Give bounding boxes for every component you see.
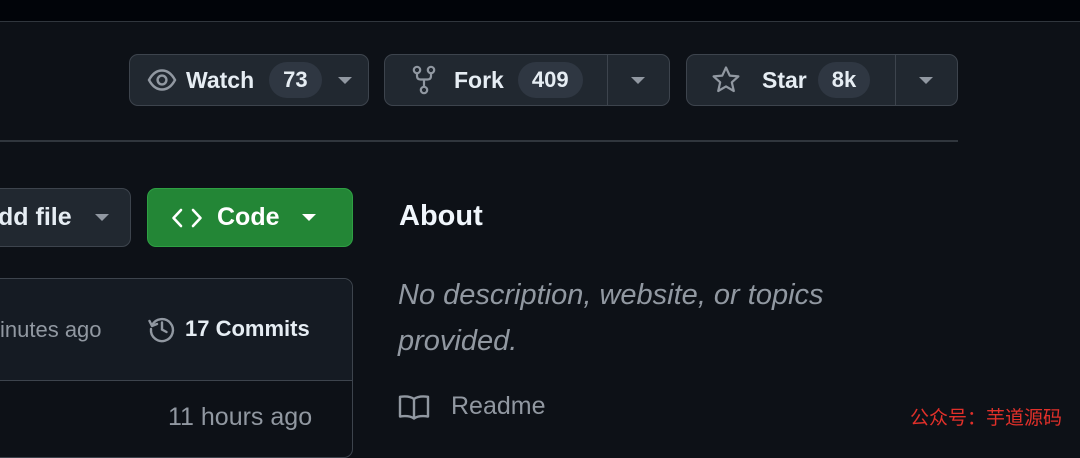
- chevron-down-icon: [337, 76, 352, 84]
- watermark-text: 公众号：芋道源码: [910, 407, 1063, 429]
- star-icon: [711, 65, 741, 95]
- fork-count: 409: [517, 62, 583, 98]
- header-divider: [0, 140, 958, 142]
- file-row-time: 11 hours ago: [168, 403, 313, 431]
- watch-count: 73: [269, 62, 322, 98]
- add-file-label: dd file: [0, 203, 72, 231]
- chevron-down-icon: [631, 76, 645, 84]
- star-dropdown-button[interactable]: [896, 55, 933, 105]
- chevron-down-icon: [301, 214, 316, 221]
- top-navigation-bar: [0, 0, 1080, 22]
- code-button[interactable]: Code: [147, 188, 353, 247]
- about-description: No description, website, or topics provi…: [398, 279, 824, 357]
- about-heading: About: [399, 200, 483, 232]
- watch-dropdown-button[interactable]: [322, 55, 352, 105]
- book-icon: [398, 394, 430, 420]
- star-button[interactable]: Star 8k: [687, 55, 895, 105]
- history-icon: [147, 314, 177, 344]
- chevron-down-icon: [94, 214, 109, 221]
- fork-label: Fork: [454, 66, 504, 93]
- code-icon: [171, 207, 203, 229]
- commits-count: 17 Commits: [185, 316, 310, 341]
- fork-button-group: Fork 409: [384, 54, 670, 106]
- file-list-panel: inutes ago 17 Commits 11 hours ago: [0, 278, 353, 458]
- repo-forked-icon: [412, 65, 436, 95]
- eye-icon: [147, 69, 177, 91]
- readme-link[interactable]: Readme: [398, 392, 546, 421]
- watch-button[interactable]: Watch 73: [130, 55, 322, 105]
- fork-button[interactable]: Fork 409: [385, 55, 607, 105]
- latest-commit-bar: inutes ago 17 Commits: [0, 279, 352, 381]
- star-button-group: Star 8k: [686, 54, 958, 106]
- add-file-button[interactable]: dd file: [0, 188, 131, 247]
- fork-dropdown-button[interactable]: [608, 55, 645, 105]
- watch-button-group: Watch 73: [129, 54, 369, 106]
- code-label: Code: [217, 203, 280, 231]
- chevron-down-icon: [919, 76, 933, 84]
- commits-link[interactable]: 17 Commits: [147, 314, 310, 344]
- watch-label: Watch: [186, 66, 255, 93]
- star-label: Star: [762, 66, 807, 93]
- latest-commit-time: inutes ago: [0, 317, 102, 342]
- star-count: 8k: [817, 62, 871, 98]
- readme-label: Readme: [451, 392, 546, 420]
